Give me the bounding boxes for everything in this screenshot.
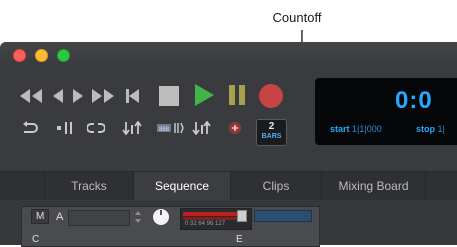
counter-start-label: start [330, 124, 350, 134]
stop-icon[interactable] [158, 85, 180, 107]
punch-in-icon[interactable] [121, 121, 145, 135]
maximize-window-button[interactable] [57, 49, 70, 62]
record-icon[interactable] [258, 83, 284, 109]
title-bar [0, 42, 457, 65]
step-forward-icon[interactable] [70, 87, 86, 105]
view-tab-bar: Tracks Sequence Clips Mixing Board [0, 171, 457, 201]
track-row2-right-label: E [236, 234, 243, 245]
track-color-bar[interactable] [254, 210, 312, 222]
minimize-window-button[interactable] [35, 49, 48, 62]
tab-tracks[interactable]: Tracks [45, 172, 134, 201]
track-name-field[interactable] [68, 210, 130, 226]
metronome-icon[interactable] [55, 121, 77, 135]
fast-forward-icon[interactable] [88, 87, 116, 105]
meter-slider-thumb[interactable] [237, 210, 247, 222]
stepper-arrows-icon[interactable] [133, 209, 143, 225]
loop-return-icon[interactable] [22, 121, 38, 135]
add-circle-icon[interactable] [228, 121, 242, 135]
track-name-label: A [56, 211, 64, 223]
time-counter-display: 0:0 start 1|1|000 stop 1| [315, 78, 457, 145]
meter-bar-top [183, 212, 241, 216]
counter-stop-label: stop [416, 124, 435, 134]
track-row2-left-label: C [32, 234, 40, 245]
counter-stop-range: stop 1| [416, 124, 445, 134]
countoff-unit: BARS [261, 133, 282, 140]
step-back-icon[interactable] [50, 87, 66, 105]
level-meter[interactable]: 0 32 64 96 127 [180, 208, 252, 230]
punch-range-icon[interactable]: 888 [156, 121, 184, 135]
tab-spacer [0, 172, 45, 201]
tab-mixing-board[interactable]: Mixing Board [322, 172, 426, 201]
tab-sequence[interactable]: Sequence [134, 172, 231, 201]
counter-stop-value[interactable]: 1| [438, 124, 445, 134]
close-window-button[interactable] [13, 49, 26, 62]
pause-icon[interactable] [227, 84, 247, 106]
go-to-start-icon[interactable] [123, 87, 141, 105]
rewind-icon[interactable] [18, 87, 46, 105]
punch-out-icon[interactable] [191, 121, 213, 135]
meter-scale: 0 32 64 96 127 [185, 221, 226, 227]
counter-start-range: start 1|1|000 [330, 124, 382, 134]
tab-clips[interactable]: Clips [231, 172, 322, 201]
countoff-value: 2 [268, 121, 275, 132]
svg-text:888: 888 [159, 127, 170, 133]
pan-knob-icon[interactable] [152, 208, 170, 226]
play-icon[interactable] [193, 83, 215, 107]
countoff-button[interactable]: 2 BARS [256, 119, 287, 146]
counter-start-value[interactable]: 1|1|000 [352, 124, 382, 134]
cycle-icon[interactable] [87, 121, 105, 135]
meter-bar-bottom [183, 217, 241, 220]
track-mode-button[interactable]: M [31, 209, 50, 224]
counter-time: 0:0 [395, 87, 433, 114]
